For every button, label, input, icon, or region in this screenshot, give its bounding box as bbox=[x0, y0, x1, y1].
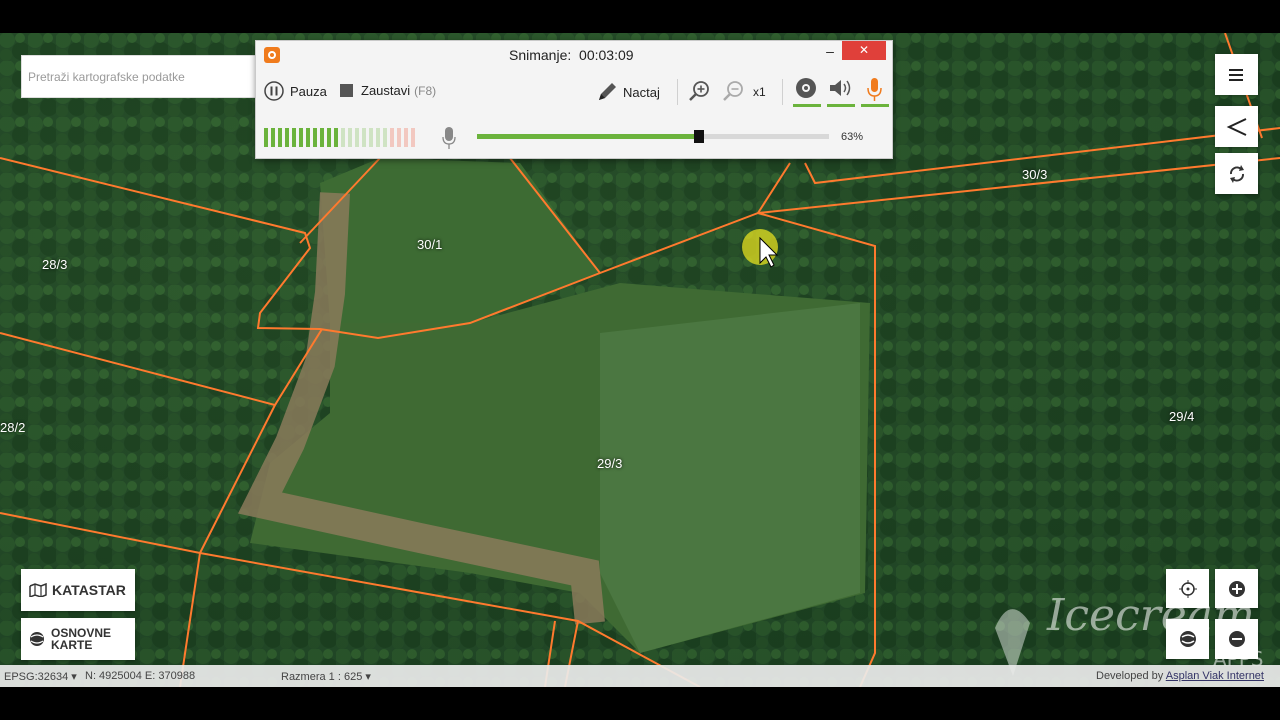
level-segment bbox=[313, 128, 317, 147]
zoom-in-tool[interactable] bbox=[688, 79, 712, 106]
globe-icon bbox=[30, 632, 44, 646]
pause-icon bbox=[264, 81, 284, 101]
osnovne-karte-button[interactable]: OSNOVNE KARTE bbox=[21, 618, 135, 660]
status-bar: EPSG:32634 ▾ N: 4925004 E: 370988 Razmer… bbox=[0, 665, 1280, 687]
parcel-label: 30/1 bbox=[417, 237, 443, 252]
webcam-active-bar bbox=[793, 104, 821, 107]
draw-label: Nactaj bbox=[623, 84, 660, 100]
stop-icon bbox=[340, 84, 353, 97]
level-segment bbox=[390, 128, 394, 147]
level-segment bbox=[404, 128, 408, 147]
speaker-toggle[interactable] bbox=[827, 77, 855, 107]
level-segment bbox=[334, 128, 338, 147]
menu-icon bbox=[1228, 68, 1243, 81]
speaker-icon bbox=[830, 80, 851, 96]
level-segment bbox=[362, 128, 366, 147]
microphone-icon bbox=[442, 127, 456, 149]
svg-text:Icecream: Icecream bbox=[1046, 590, 1255, 641]
volume-slider-thumb[interactable] bbox=[693, 130, 704, 143]
parcel-label: 30/3 bbox=[1022, 167, 1048, 182]
zoom-out-tool[interactable] bbox=[722, 79, 746, 106]
recording-time: 00:03:09 bbox=[579, 47, 634, 63]
magnifier-plus-icon bbox=[689, 81, 709, 101]
recording-label: Snimanje: bbox=[509, 47, 572, 63]
level-segment bbox=[369, 128, 373, 147]
volume-slider-track[interactable] bbox=[477, 130, 829, 143]
webcam-icon bbox=[796, 78, 816, 98]
microphone-active-bar bbox=[861, 104, 889, 107]
microphone-toggle[interactable] bbox=[861, 77, 889, 107]
volume-slider-fill bbox=[477, 134, 699, 139]
stop-button[interactable]: Zaustavi (F8) bbox=[340, 83, 436, 98]
katastar-button[interactable]: KATASTAR bbox=[21, 569, 135, 611]
map-icon bbox=[29, 583, 47, 597]
level-segment bbox=[299, 128, 303, 147]
search-input[interactable] bbox=[28, 69, 249, 84]
menu-button[interactable] bbox=[1215, 54, 1258, 95]
toolbar-divider bbox=[782, 79, 783, 105]
recording-title: Snimanje: 00:03:09 bbox=[509, 47, 634, 63]
draw-button[interactable]: Nactaj bbox=[596, 81, 660, 103]
level-segment bbox=[348, 128, 352, 147]
level-segment bbox=[306, 128, 310, 147]
level-segment bbox=[271, 128, 275, 147]
level-segment bbox=[411, 128, 415, 147]
refresh-icon bbox=[1229, 164, 1244, 183]
osnovne-label-line2: KARTE bbox=[51, 638, 93, 652]
level-segment bbox=[278, 128, 282, 147]
share-icon bbox=[1226, 117, 1246, 136]
level-segment bbox=[320, 128, 324, 147]
level-segment bbox=[355, 128, 359, 147]
parcel-label: 29/3 bbox=[597, 456, 623, 471]
recorder-app-icon bbox=[264, 47, 280, 63]
parcel-label: 28/2 bbox=[0, 420, 26, 435]
level-segment bbox=[327, 128, 331, 147]
refresh-button[interactable] bbox=[1215, 153, 1258, 194]
level-segment bbox=[292, 128, 296, 147]
webcam-toggle[interactable] bbox=[793, 77, 821, 107]
scale-selector[interactable]: Razmera 1 : 625 ▾ bbox=[281, 670, 371, 683]
icecream-watermark: Icecream APPS bbox=[985, 578, 1275, 678]
level-segment bbox=[376, 128, 380, 147]
microphone-level-icon bbox=[442, 126, 456, 153]
magnifier-minus-icon bbox=[723, 81, 743, 101]
level-segment bbox=[264, 128, 268, 147]
developer-link[interactable]: Asplan Viak Internet bbox=[1166, 670, 1264, 682]
pause-button[interactable]: Pauza bbox=[264, 81, 327, 101]
recorder-window[interactable]: Snimanje: 00:03:09 – ✕ Pauza Zaustavi (F… bbox=[255, 40, 893, 159]
level-segment bbox=[285, 128, 289, 147]
developer-prefix: Developed by bbox=[1096, 670, 1164, 682]
pencil-icon bbox=[599, 83, 616, 100]
parcel-label: 29/4 bbox=[1169, 409, 1195, 424]
level-segment bbox=[383, 128, 387, 147]
close-button[interactable]: ✕ bbox=[842, 41, 886, 60]
zoom-level: x1 bbox=[753, 85, 766, 99]
share-button[interactable] bbox=[1215, 106, 1258, 147]
level-segment bbox=[397, 128, 401, 147]
microphone-icon bbox=[867, 78, 882, 101]
stop-label: Zaustavi bbox=[361, 83, 411, 98]
icecream-logo-icon: Icecream APPS bbox=[995, 590, 1264, 676]
level-segment bbox=[341, 128, 345, 147]
stop-shortcut: (F8) bbox=[414, 83, 437, 98]
toolbar-divider bbox=[677, 79, 678, 105]
katastar-label: KATASTAR bbox=[52, 582, 126, 598]
parcel-label: 28/3 bbox=[42, 257, 68, 272]
epsg-selector[interactable]: EPSG:32634 ▾ bbox=[4, 670, 77, 683]
volume-percent: 63% bbox=[841, 131, 864, 143]
pause-label: Pauza bbox=[290, 83, 327, 99]
search-box[interactable] bbox=[21, 55, 256, 98]
speaker-active-bar bbox=[827, 104, 855, 107]
coordinates-readout: N: 4925004 E: 370988 bbox=[85, 670, 196, 682]
minimize-button[interactable]: – bbox=[823, 43, 837, 59]
developer-credit: Developed by Asplan Viak Internet bbox=[1096, 670, 1264, 682]
